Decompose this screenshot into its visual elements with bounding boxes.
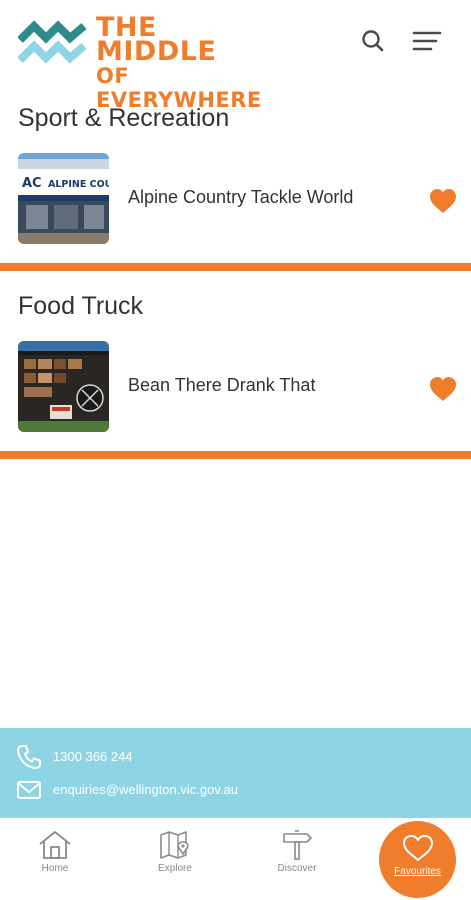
favourite-button[interactable] (429, 188, 457, 214)
app-header: THE MIDDLE OF EVERYWHERE (0, 0, 471, 112)
heart-icon (402, 835, 433, 861)
heart-icon (430, 377, 456, 401)
sign-mark: AC (22, 176, 42, 191)
section-title-food-truck: Food Truck (18, 292, 144, 320)
sign-text: ALPINE COUN (48, 179, 109, 190)
tackle-shop-image: AC ALPINE COUN (18, 153, 109, 244)
favourite-button[interactable] (429, 376, 457, 402)
list-item-bean-there-drank-that[interactable]: Bean There Drank That (0, 341, 471, 437)
mail-icon (17, 781, 41, 799)
logo-mountains-icon (18, 20, 87, 64)
nav-item-discover[interactable]: Discover (257, 830, 337, 890)
menu-button[interactable] (412, 30, 442, 52)
logo[interactable]: THE MIDDLE OF EVERYWHERE (18, 14, 261, 112)
food-truck-image (18, 341, 109, 432)
email-address: enquiries@wellington.vic.gov.au (53, 782, 238, 797)
bottom-navigation: Home Explore Discover Favourites (0, 818, 471, 900)
nav-label-home: Home (41, 863, 69, 874)
nav-label-explore: Explore (158, 863, 192, 874)
contact-bar: 1300 366 244 enquiries@wellington.vic.go… (0, 728, 471, 818)
hamburger-menu-icon (412, 31, 442, 51)
phone-icon (17, 745, 41, 769)
search-button[interactable] (360, 28, 386, 54)
phone-number: 1300 366 244 (53, 749, 133, 764)
nav-label-favourites: Favourites (394, 866, 441, 877)
nav-item-explore[interactable]: Explore (135, 830, 215, 890)
item-name: Alpine Country Tackle World (128, 187, 354, 207)
item-thumbnail (18, 341, 109, 432)
nav-item-home[interactable]: Home (15, 830, 95, 890)
section-divider (0, 263, 471, 271)
nav-item-favourites[interactable]: Favourites (379, 821, 456, 898)
item-thumbnail: AC ALPINE COUN (18, 153, 109, 244)
section-divider (0, 451, 471, 459)
logo-text: THE MIDDLE OF EVERYWHERE (96, 12, 262, 112)
logo-line-1: THE MIDDLE (96, 12, 217, 67)
home-icon (39, 831, 71, 859)
signpost-icon (283, 830, 312, 860)
search-icon (362, 30, 384, 52)
item-name: Bean There Drank That (128, 375, 316, 395)
nav-label-discover: Discover (277, 863, 317, 874)
section-title-sport-recreation: Sport & Recreation (18, 104, 230, 132)
list-item-alpine-country-tackle-world[interactable]: AC ALPINE COUN Alpine Country Tackle Wor… (0, 153, 471, 249)
heart-icon (430, 189, 456, 213)
map-icon (160, 831, 189, 859)
